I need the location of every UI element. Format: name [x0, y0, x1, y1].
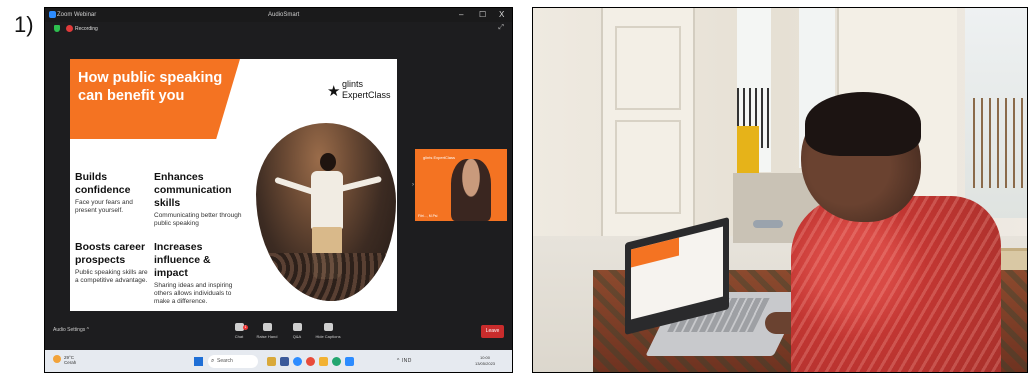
window-center-title: AudioSmart	[268, 12, 300, 18]
raise-hand-icon	[262, 323, 272, 331]
chrome-browser-icon[interactable]	[306, 357, 315, 366]
hide-captions-button[interactable]: Hide Captions	[315, 323, 341, 339]
door-panel	[615, 120, 681, 214]
maximize-button[interactable]: ☐	[479, 10, 486, 19]
photo-person-hair	[805, 92, 921, 156]
window-grille	[973, 98, 1025, 188]
app-icon[interactable]	[332, 357, 341, 366]
participant-avatar	[451, 159, 491, 221]
audience-crowd	[256, 253, 396, 301]
shirt-pattern	[791, 196, 1001, 372]
photo-door-left	[601, 8, 695, 238]
qa-icon	[292, 323, 302, 331]
collapse-video-icon[interactable]: ›	[412, 182, 414, 188]
search-placeholder: Search	[217, 358, 233, 364]
point-boosts-career: Boosts career prospects Public speaking …	[75, 241, 150, 285]
qa-button[interactable]: Q&A	[284, 323, 310, 339]
windows-start-icon[interactable]	[194, 357, 203, 366]
taskbar-search[interactable]: ⌕ Search	[208, 355, 258, 368]
figure-label: 1)	[14, 12, 34, 37]
captions-icon	[323, 323, 333, 331]
chat-label: Chat	[234, 334, 244, 339]
participant-name: Fitri..., M.Psi	[418, 214, 438, 218]
photo-yellow-object	[737, 126, 759, 174]
point-desc: Sharing ideas and inspiring others allow…	[154, 282, 233, 305]
fullscreen-icon[interactable]: ⤢	[498, 24, 504, 32]
photo-person-shirt	[791, 196, 1001, 372]
laptop-slide-band	[631, 237, 679, 268]
close-button[interactable]: X	[499, 10, 504, 19]
recording-label: Recording	[75, 26, 98, 32]
point-heading: Builds confidence	[75, 171, 131, 196]
zoom-logo-icon	[49, 11, 56, 18]
point-heading: Increases influence & impact	[154, 241, 211, 279]
audio-settings-button[interactable]: Audio Settings ^	[53, 327, 89, 333]
windows-taskbar: 29°C Cerah ⌕ Search ^ IND 10:00 13/05/20…	[45, 350, 512, 372]
store-icon[interactable]	[319, 357, 328, 366]
chat-button[interactable]: 1 Chat	[226, 323, 252, 339]
search-icon: ⌕	[211, 358, 215, 364]
zoom-window: Zoom Webinar AudioSmart – ☐ X Recording …	[44, 7, 513, 373]
file-explorer-icon[interactable]	[267, 357, 276, 366]
taskbar-clock[interactable]: 10:00 13/05/2023	[475, 355, 495, 367]
qa-label: Q&A	[292, 334, 302, 339]
app-icon[interactable]	[280, 357, 289, 366]
brand-line-1: glints	[342, 79, 364, 89]
door-panel	[615, 26, 681, 110]
raise-hand-label: Raise Hand	[256, 334, 278, 339]
chat-badge: 1	[243, 325, 248, 330]
hide-captions-label: Hide Captions	[315, 334, 341, 339]
security-shield-icon[interactable]	[54, 25, 60, 32]
point-desc: Communicating better through public spea…	[154, 212, 242, 227]
brand-line-2: ExpertClass	[342, 90, 391, 100]
laptop-display	[631, 226, 723, 320]
point-increases-influence: Increases influence & impact Sharing ide…	[154, 241, 244, 306]
meeting-toolbar: Audio Settings ^ 1 Chat Raise Hand Q&A H…	[45, 318, 512, 350]
leave-button[interactable]: Leave	[481, 325, 504, 338]
slide-brand: glints ExpertClass	[342, 79, 391, 101]
system-tray[interactable]: ^ IND	[397, 358, 412, 364]
speaker-head	[320, 153, 336, 171]
speaker-arm-right	[337, 175, 383, 193]
title-bar: Zoom Webinar AudioSmart – ☐ X	[45, 8, 512, 22]
app-title: Zoom Webinar	[57, 12, 97, 18]
speaker-arm-left	[274, 176, 316, 196]
point-desc: Public speaking skills are a competitive…	[75, 269, 148, 284]
speaker-photo	[256, 123, 396, 301]
speaker-body	[311, 171, 343, 229]
glints-star-icon: ★	[327, 83, 341, 100]
photo-shoes	[753, 220, 783, 228]
photo-window	[965, 8, 1027, 218]
point-builds-confidence: Builds confidence Face your fears and pr…	[75, 171, 150, 215]
shared-slide: How public speaking can benefit you ★ gl…	[70, 59, 397, 311]
point-desc: Face your fears and present yourself.	[75, 199, 133, 214]
point-enhances-communication: Enhances communication skills Communicat…	[154, 171, 254, 228]
point-heading: Boosts career prospects	[75, 241, 146, 266]
point-heading: Enhances communication skills	[154, 171, 232, 209]
raise-hand-button[interactable]: Raise Hand	[254, 323, 280, 339]
weather-desc: Cerah	[64, 360, 77, 365]
edge-browser-icon[interactable]	[293, 357, 302, 366]
recording-bar: Recording ⤢	[45, 22, 512, 36]
participant-tile-logo: glints ExpertClass	[423, 155, 456, 160]
weather-widget[interactable]: 29°C Cerah	[64, 355, 76, 365]
zoom-taskbar-icon[interactable]	[345, 357, 354, 366]
recording-icon	[66, 25, 73, 32]
clock-date: 13/05/2023	[475, 361, 496, 366]
participant-photo	[532, 7, 1028, 373]
slide-title: How public speaking can benefit you	[78, 70, 223, 104]
participant-video-tile[interactable]: glints ExpertClass Fitri..., M.Psi	[415, 149, 507, 221]
minimize-button[interactable]: –	[459, 10, 463, 19]
weather-icon[interactable]	[53, 355, 61, 363]
